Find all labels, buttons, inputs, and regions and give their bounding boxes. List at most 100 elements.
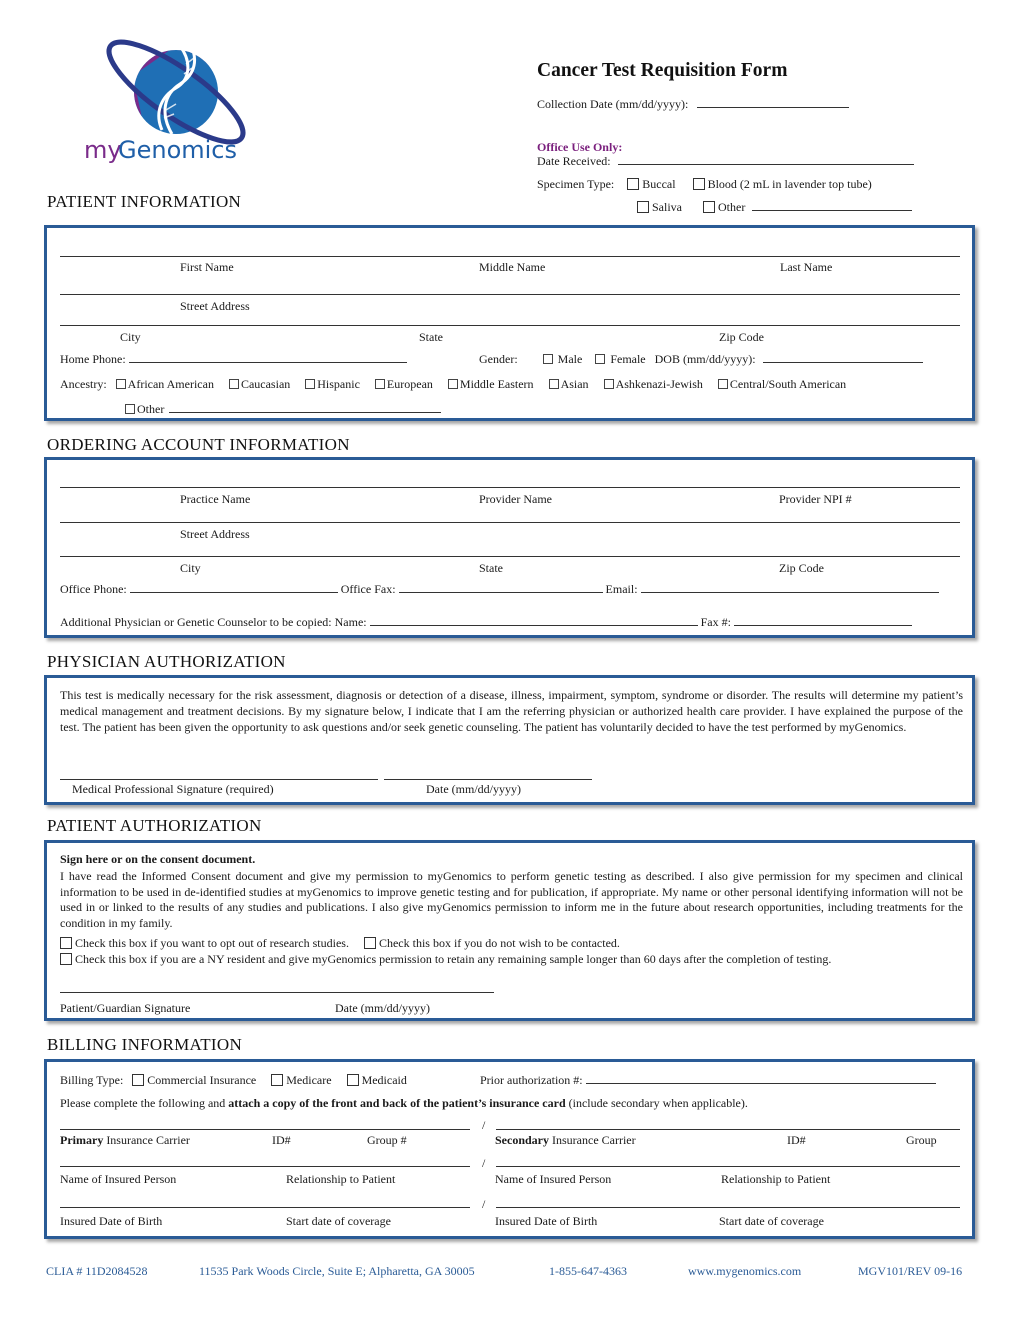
checkbox[interactable]	[363, 937, 376, 949]
dob-field[interactable]	[762, 353, 923, 363]
checkbox[interactable]	[548, 379, 559, 389]
checkbox[interactable]	[305, 379, 316, 389]
city-state-zip-field[interactable]	[60, 325, 960, 326]
practice-name-label: Practice Name	[180, 492, 251, 506]
ancestry-other-option[interactable]: Other	[125, 402, 164, 416]
billing-box: Billing Type: Commercial Insurance Medic…	[44, 1059, 975, 1239]
ancestry-option[interactable]: Ashkenazi-Jewish	[603, 377, 703, 391]
checkbox[interactable]	[271, 1074, 284, 1086]
checkbox[interactable]	[228, 379, 239, 389]
street-address-label: Street Address	[180, 527, 250, 541]
ancestry-option[interactable]: African American	[115, 377, 214, 391]
gender-label: Gender:	[479, 352, 518, 366]
opt-out-research-option[interactable]: Check this box if you want to opt out of…	[60, 936, 349, 950]
medical-professional-signature-field[interactable]	[60, 779, 378, 780]
secondary-insured-field[interactable]	[496, 1166, 960, 1167]
checkbox[interactable]	[60, 953, 72, 965]
gender-male-option[interactable]: Male	[542, 352, 582, 366]
section-title-billing: BILLING INFORMATION	[47, 1035, 243, 1054]
checkbox[interactable]	[132, 1074, 145, 1086]
name-field[interactable]	[60, 256, 960, 257]
primary-insured-name-label: Name of Insured Person	[60, 1172, 177, 1186]
physician-date-field[interactable]	[384, 779, 592, 780]
checkbox[interactable]	[60, 937, 72, 949]
checkbox[interactable]	[692, 178, 705, 190]
ancestry-option[interactable]: Hispanic	[305, 377, 360, 391]
checkbox[interactable]	[447, 379, 458, 389]
checkbox[interactable]	[346, 1074, 359, 1086]
office-phone-field[interactable]	[129, 583, 338, 593]
collection-date-field[interactable]	[697, 98, 850, 108]
checkbox[interactable]	[125, 404, 135, 414]
ancestry-other-row: Other	[125, 402, 442, 417]
patient-signature-field[interactable]	[60, 992, 494, 993]
date-received-field[interactable]	[617, 155, 914, 165]
additional-physician-row: Additional Physician or Genetic Counselo…	[60, 615, 912, 630]
street-address-field[interactable]	[60, 294, 960, 295]
slash: /	[482, 1118, 486, 1132]
no-contact-option[interactable]: Check this box if you do not wish to be …	[363, 936, 620, 950]
checkbox[interactable]	[595, 354, 606, 364]
checkbox[interactable]	[637, 201, 649, 213]
secondary-group-label: Group	[906, 1133, 937, 1147]
specimen-other-field[interactable]	[752, 201, 913, 211]
ny-resident-option[interactable]: Check this box if you are a NY resident …	[60, 952, 831, 967]
ancestry-option[interactable]: Caucasian	[228, 377, 290, 391]
street-address-field[interactable]	[60, 522, 960, 523]
home-phone-field[interactable]	[128, 353, 407, 363]
billing-medicaid-option[interactable]: Medicaid	[346, 1073, 407, 1087]
ancestry-other-field[interactable]	[169, 403, 442, 413]
checkbox[interactable]	[374, 379, 385, 389]
ancestry-option[interactable]: Asian	[548, 377, 589, 391]
secondary-carrier-label: Secondary Insurance Carrier	[495, 1133, 636, 1147]
ancestry-label: Ancestry:	[60, 377, 107, 391]
checkbox[interactable]	[703, 201, 715, 213]
secondary-insurance-field[interactable]	[496, 1129, 960, 1130]
secondary-dob-coverage-field[interactable]	[496, 1207, 960, 1208]
specimen-blood-option[interactable]: Blood (2 mL in lavender top tube)	[692, 177, 872, 191]
billing-commercial-option[interactable]: Commercial Insurance	[132, 1073, 256, 1087]
home-phone-label: Home Phone:	[60, 352, 126, 366]
dob-label: DOB (mm/dd/yyyy):	[654, 352, 756, 366]
date-received-row: Date Received:	[537, 154, 914, 169]
office-fax-label: Office Fax:	[340, 582, 396, 596]
physician-date-label: Date (mm/dd/yyyy)	[426, 782, 521, 796]
medical-professional-signature-label: Medical Professional Signature (required…	[72, 782, 274, 796]
checkbox[interactable]	[115, 379, 126, 389]
home-phone-row: Home Phone:	[60, 352, 407, 367]
ancestry-option[interactable]: European	[374, 377, 433, 391]
office-fax-field[interactable]	[398, 583, 603, 593]
ancestry-option[interactable]: Middle Eastern	[447, 377, 534, 391]
billing-medicare-option[interactable]: Medicare	[271, 1073, 332, 1087]
checkbox[interactable]	[542, 354, 553, 364]
ordering-account-box: Practice Name Provider Name Provider NPI…	[44, 457, 975, 638]
zip-code-label: Zip Code	[719, 330, 764, 344]
checkbox[interactable]	[627, 178, 640, 190]
state-label: State	[479, 561, 503, 575]
checkbox[interactable]	[603, 379, 614, 389]
practice-provider-npi-field[interactable]	[60, 487, 960, 488]
additional-physician-fax-field[interactable]	[733, 616, 912, 626]
city-state-zip-field[interactable]	[60, 556, 960, 557]
email-field[interactable]	[640, 583, 939, 593]
specimen-saliva-option[interactable]: Saliva	[637, 200, 682, 214]
primary-dob-coverage-field[interactable]	[60, 1207, 470, 1208]
contact-row: Office Phone: Office Fax: Email:	[60, 582, 939, 597]
checkbox[interactable]	[717, 379, 728, 389]
specimen-buccal-option[interactable]: Buccal	[627, 177, 676, 191]
email-label: Email:	[605, 582, 638, 596]
ancestry-option[interactable]: Central/South American	[717, 377, 846, 391]
gender-female-option[interactable]: Female	[595, 352, 646, 366]
additional-physician-label: Additional Physician or Genetic Counselo…	[60, 615, 367, 629]
specimen-type-label: Specimen Type:	[537, 177, 615, 191]
additional-physician-name-field[interactable]	[369, 616, 698, 626]
prior-auth-field[interactable]	[585, 1074, 936, 1084]
state-label: State	[419, 330, 443, 344]
specimen-other-option[interactable]: Other	[703, 200, 745, 214]
secondary-relationship-label: Relationship to Patient	[721, 1172, 831, 1186]
date-received-label: Date Received:	[537, 154, 611, 168]
primary-insurance-field[interactable]	[60, 1129, 470, 1130]
footer-website-link[interactable]: www.mygenomics.com	[688, 1264, 801, 1279]
secondary-start-date-label: Start date of coverage	[719, 1214, 824, 1228]
primary-insured-field[interactable]	[60, 1166, 470, 1167]
